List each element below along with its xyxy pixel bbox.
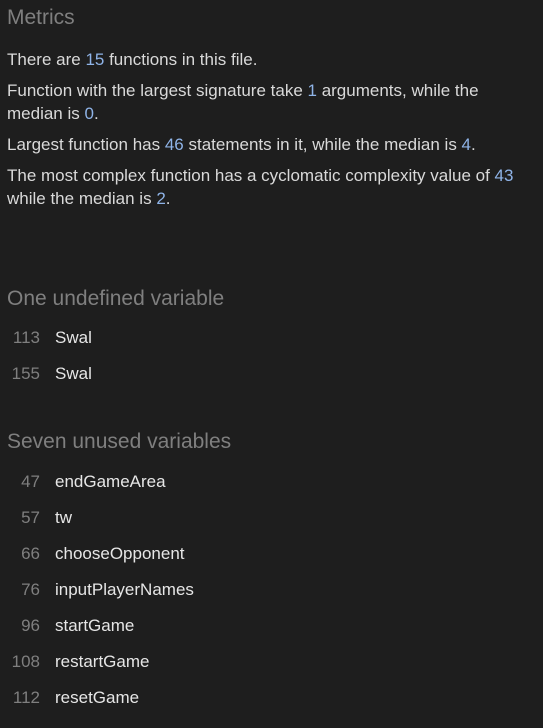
variable-name: endGameArea [55, 472, 166, 491]
line-number: 155 [11, 364, 40, 383]
variable-name: resetGame [55, 688, 140, 707]
variable-name: chooseOpponent [55, 544, 185, 563]
list-item[interactable]: 108 restartGame [0, 644, 300, 680]
complexity-value: 43 [494, 166, 514, 185]
line-number: 57 [21, 508, 40, 527]
list-item[interactable]: 57 tw [0, 500, 300, 536]
list-item[interactable]: 47 endGameArea [0, 464, 300, 500]
signature-median: 0 [84, 104, 94, 123]
statements-text: Largest function has 46 statements in it… [7, 135, 476, 154]
complexity-median: 2 [156, 189, 166, 208]
signature-value: 1 [307, 81, 317, 100]
line-number: 96 [21, 616, 40, 635]
signature-text: Function with the largest signature take… [7, 81, 479, 123]
unused-variables-list: 47 endGameArea 57 tw 66 chooseOpponent 7… [0, 464, 300, 716]
variable-name: Swal [55, 328, 92, 347]
line-number: 112 [12, 688, 40, 707]
line-number: 66 [21, 544, 40, 563]
variable-name: inputPlayerNames [55, 580, 194, 599]
line-number: 113 [12, 328, 40, 347]
list-item[interactable]: 96 startGame [0, 608, 300, 644]
variable-name: Swal [55, 364, 92, 383]
statements-median: 4 [461, 135, 472, 154]
list-item[interactable]: 112 resetGame [0, 680, 300, 716]
list-item[interactable]: 66 chooseOpponent [0, 536, 300, 572]
variable-name: startGame [55, 616, 135, 635]
unused-variables-title: Seven unused variables [7, 430, 232, 453]
line-number: 108 [11, 652, 40, 671]
variable-name: restartGame [55, 652, 150, 671]
statements-value: 46 [164, 135, 184, 154]
undefined-variables-list: 113 Swal 155 Swal [0, 320, 300, 392]
list-item[interactable]: 113 Swal [0, 320, 300, 356]
complexity-text: The most complex function has a cyclomat… [7, 166, 514, 208]
metrics-title: Metrics [7, 6, 75, 29]
metrics-summary: There are 15 functions in this file. Fun… [7, 48, 537, 218]
list-item[interactable]: 155 Swal [0, 356, 300, 392]
list-item[interactable]: 76 inputPlayerNames [0, 572, 300, 608]
functions-count-value: 15 [85, 50, 105, 69]
line-number: 76 [21, 580, 40, 599]
functions-count-text: There are 15 functions in this file. [7, 50, 258, 69]
line-number: 47 [21, 472, 40, 491]
undefined-variables-title: One undefined variable [7, 287, 225, 310]
variable-name: tw [55, 508, 72, 527]
